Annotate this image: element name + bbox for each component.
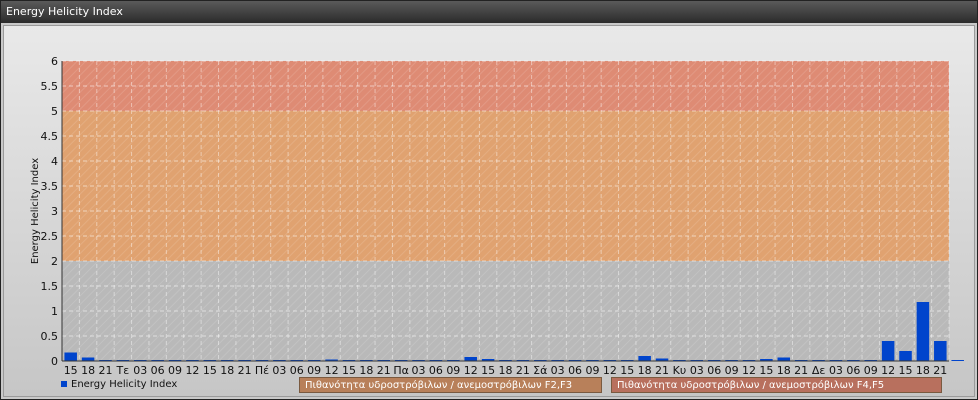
energy-helicity-chart: 00.511.522.533.544.555.56 15 18 21 Τε 03 06 09…: [30, 55, 964, 377]
x-tick-label-0: 15: [64, 364, 78, 377]
x-tick-label-21: 06: [429, 364, 443, 377]
x-tick-label-46: 09: [864, 364, 878, 377]
x-tick-label-23: 12: [464, 364, 478, 377]
x-tick-label-48: 15: [899, 364, 913, 377]
y-axis-title: Energy Helicity Index: [30, 158, 41, 264]
bar-41: [777, 357, 791, 361]
x-tick-label-35: Κυ: [673, 364, 687, 377]
x-tick-label-50: 21: [933, 364, 947, 377]
y-tick-label-2: 1: [51, 305, 58, 318]
y-tick-label-5: 2.5: [41, 230, 59, 243]
legend-series-label: Energy Helicity Index: [71, 379, 178, 390]
y-tick-label-11: 5.5: [41, 80, 59, 93]
x-tick-label-33: 18: [638, 364, 652, 377]
x-tick-label-2: 21: [98, 364, 112, 377]
x-tick-label-31: 12: [603, 364, 617, 377]
y-tick-label-12: 6: [51, 55, 58, 68]
x-tick-label-11: Πέ: [255, 364, 269, 377]
bar-23: [464, 357, 477, 361]
y-tick-label-9: 4.5: [41, 130, 59, 143]
x-tick-label-27: Σά: [533, 364, 547, 377]
bar-51: [951, 360, 964, 361]
legend-swatch: [61, 381, 67, 387]
x-tick-label-9: 18: [220, 364, 234, 377]
legend-band-f2-f3: Πιθανότητα υδροστρόβιλων / ανεμοστρόβιλω…: [299, 377, 602, 393]
x-tick-label-19: Πα: [393, 364, 409, 377]
y-tick-label-6: 3: [51, 205, 58, 218]
x-tick-label-13: 06: [290, 364, 304, 377]
x-tick-label-36: 03: [690, 364, 704, 377]
y-tick-label-8: 4: [51, 155, 58, 168]
x-tick-label-45: 06: [846, 364, 860, 377]
x-tick-label-22: 09: [446, 364, 460, 377]
x-tick-label-37: 06: [707, 364, 721, 377]
x-tick-label-5: 06: [151, 364, 165, 377]
x-tick-label-43: Δε: [812, 364, 826, 377]
bar-1: [81, 357, 95, 361]
y-tick-label-1: 0.5: [41, 330, 59, 343]
bar-33: [638, 356, 651, 361]
x-tick-label-47: 12: [881, 364, 895, 377]
x-tick-label-40: 15: [759, 364, 773, 377]
x-tick-label-14: 09: [307, 364, 321, 377]
y-tick-label-4: 2: [51, 255, 58, 268]
bar-49: [916, 302, 930, 361]
bar-50: [934, 341, 947, 361]
x-tick-label-18: 21: [377, 364, 391, 377]
bar-0: [64, 352, 77, 361]
x-tick-label-30: 09: [585, 364, 599, 377]
y-tick-label-3: 1.5: [41, 280, 59, 293]
x-tick-label-41: 18: [777, 364, 791, 377]
x-tick-label-49: 18: [916, 364, 930, 377]
x-tick-label-26: 21: [516, 364, 530, 377]
x-tick-label-32: 15: [620, 364, 634, 377]
y-tick-label-7: 3.5: [41, 180, 59, 193]
x-tick-label-39: 12: [742, 364, 756, 377]
x-tick-label-16: 15: [342, 364, 356, 377]
x-tick-label-24: 15: [481, 364, 495, 377]
x-tick-label-20: 03: [412, 364, 426, 377]
x-tick-label-42: 21: [794, 364, 808, 377]
x-tick-label-17: 18: [359, 364, 373, 377]
y-tick-label-10: 5: [51, 105, 58, 118]
x-tick-label-25: 18: [499, 364, 513, 377]
x-tick-label-38: 09: [725, 364, 739, 377]
x-tick-label-34: 21: [655, 364, 669, 377]
x-tick-label-4: 03: [133, 364, 147, 377]
x-tick-label-44: 03: [829, 364, 843, 377]
x-tick-label-28: 03: [551, 364, 565, 377]
x-tick-label-8: 15: [203, 364, 217, 377]
x-tick-label-6: 09: [168, 364, 182, 377]
x-tick-label-10: 21: [238, 364, 252, 377]
x-tick-label-7: 12: [185, 364, 199, 377]
x-tick-label-3: Τε: [116, 364, 130, 377]
legend-band-f4-f5: Πιθανότητα υδροστρόβιλων / ανεμοστρόβιλω…: [611, 377, 942, 393]
x-tick-label-15: 12: [325, 364, 339, 377]
x-tick-label-1: 18: [81, 364, 95, 377]
x-tick-label-29: 06: [568, 364, 582, 377]
y-tick-label-0: 0: [51, 355, 58, 368]
chart-window: Energy Helicity Index 0 0.5 1 1.5 2 2.5 3 3.5 4 4…: [0, 0, 978, 400]
bar-47: [881, 341, 895, 361]
legend-series-energy-helicity: Energy Helicity Index: [61, 377, 177, 393]
bar-48: [899, 351, 912, 361]
x-tick-label-12: 03: [272, 364, 286, 377]
